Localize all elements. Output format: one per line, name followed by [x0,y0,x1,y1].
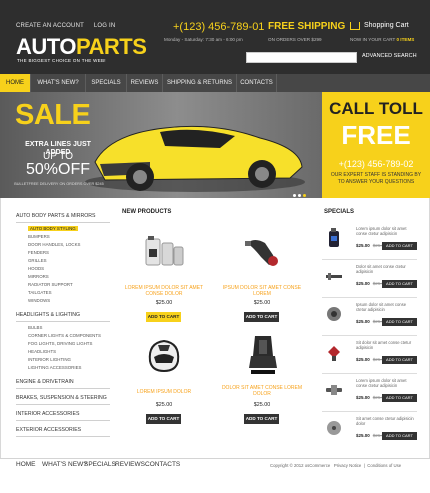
subcategory-item[interactable]: RADIATOR SUPPORT [28,282,73,287]
category-headlights[interactable]: HEADLIGHTS & LIGHTING [16,312,110,322]
footer-link-specials[interactable]: SPECIALS [84,461,116,468]
product-image[interactable] [144,337,184,375]
slider-dot [293,194,296,197]
product-name[interactable]: DOLOR SIT AMET CONSE LOREM DOLOR [214,385,310,397]
add-to-cart-button[interactable]: ADD TO CART [382,394,417,402]
free-shipping-subtitle: ON ORDERS OVER $299 [268,37,322,42]
subcategory-item[interactable]: AUTO BODY STYLING [28,226,78,231]
subcategory-item[interactable]: GRILLES [28,258,47,263]
subcategory-item[interactable]: MIRRORS [28,274,49,279]
special-product-image [329,228,339,247]
nav-home[interactable]: HOME [0,74,31,92]
footer-link-contacts[interactable]: CONTACTS [145,461,180,468]
product-image[interactable] [243,334,283,376]
shopping-cart-link[interactable]: Shopping Cart [364,22,409,29]
add-to-cart-button[interactable]: ADD TO CART [146,312,181,322]
main-nav: HOME WHAT'S NEW? SPECIALS REVIEWS SHIPPI… [0,74,430,92]
category-engine[interactable]: ENGINE & DRIVETRAIN [16,379,110,389]
product-name[interactable]: LOREM IPSUM DOLOR SIT AMET CONSE DOLOR [116,285,212,297]
privacy-link[interactable]: Privacy Notice [334,463,361,468]
product-price: $25.00 [253,300,271,306]
category-brakes[interactable]: BRAKES, SUSPENSION & STEERING [16,395,110,405]
phone-number: +(123) 456-789-01 [173,21,265,33]
add-to-cart-button[interactable]: ADD TO CART [382,318,417,326]
category-interior[interactable]: INTERIOR ACCESSORIES [16,411,110,421]
nav-shipping-returns[interactable]: SHIPPING & RETURNS [163,74,237,92]
special-item[interactable]: Lorem ipsum dolor sit amet conse ctetur … [322,374,417,412]
nav-whats-new[interactable]: WHAT'S NEW? [31,74,86,92]
search-input[interactable] [246,52,357,63]
special-item[interactable]: Sit amet conse ctetur adipisicin dolor $… [322,412,417,450]
subcategory-item[interactable]: BUMPERS [28,234,50,239]
special-product-image [326,385,342,395]
copyright: Copyright © 2012 osCommerce Privacy Noti… [270,463,402,468]
banner-sale-title: SALE [15,99,91,131]
special-item[interactable]: Sit dolor sit amet conse ctetur adipisic… [322,336,417,374]
terms-link[interactable]: Conditions of Use [367,463,401,468]
subcategory-item[interactable]: DOOR HANDLES, LOCKS [28,242,80,247]
add-to-cart-button[interactable]: ADD TO CART [382,280,417,288]
special-product-image [328,346,340,361]
specials-heading: SPECIALS [324,209,355,215]
footer-link-home[interactable]: HOME [16,461,36,468]
product-name[interactable]: LOREM IPSUM DOLOR [116,389,212,395]
subcategory-item[interactable]: BULBS [28,325,42,330]
slider-dots[interactable] [293,184,308,202]
subcategory-item[interactable]: FENDERS [28,250,49,255]
subcategory-item[interactable]: HOODS [28,266,44,271]
call-subtitle: OUR EXPERT STAFF IS STANDING BY TO ANSWER… [330,172,422,185]
business-hours: Monday - Saturday: 7:30 am - 6:00 pm [164,37,243,42]
product-price: $25.00 [253,402,271,408]
new-products-heading: NEW PRODUCTS [122,209,172,215]
subcategory-item[interactable]: WINDOWS [28,298,50,303]
slider-dot-active [303,194,306,197]
product-name[interactable]: IPSUM DOLOR SIT AMET CONSE LOREM [214,285,310,297]
banner-discount: 50%OFF [25,161,90,178]
add-to-cart-button[interactable]: ADD TO CART [244,312,279,322]
special-product-image [326,273,342,280]
nav-specials[interactable]: SPECIALS [86,74,127,92]
special-item[interactable]: Lorem ipsum dolor sit amet conse ctetur … [322,222,417,260]
cart-icon[interactable] [350,22,360,30]
nav-reviews[interactable]: REVIEWS [127,74,163,92]
logo[interactable]: AUTOPARTS [16,36,147,58]
special-product-image [327,421,341,435]
login-link[interactable]: LOG IN [94,23,116,29]
add-to-cart-button[interactable]: ADD TO CART [382,356,417,364]
subcategory-item[interactable]: HEADLIGHTS [28,349,56,354]
free-shipping-title: FREE SHIPPING [268,21,346,32]
product-price: $25.00 [155,402,173,408]
product-image[interactable] [243,233,283,269]
subcategory-item[interactable]: TAILGATES [28,290,52,295]
special-item[interactable]: Ipsum dolor sit amet conse ctetur adipis… [322,298,417,336]
call-number: +(123) 456-789-02 [338,159,414,169]
footer-link-whats-new[interactable]: WHAT'S NEW? [42,461,87,468]
add-to-cart-button[interactable]: ADD TO CART [382,432,417,440]
subcategory-item[interactable]: FOG LIGHTS, DRIVING LIGHTS [28,341,92,346]
product-image[interactable] [144,233,184,269]
add-to-cart-button[interactable]: ADD TO CART [146,414,181,424]
special-product-image [327,307,341,321]
special-item[interactable]: Dolor sit amet conse ctetur adipisicin $… [322,260,417,298]
subcategory-item[interactable]: CORNER LIGHTS & COMPONENTS [28,333,101,338]
subcategory-item[interactable]: LIGHTING ACCESSORIES [28,365,81,370]
add-to-cart-button[interactable]: ADD TO CART [382,242,417,250]
category-exterior[interactable]: EXTERIOR ACCESSORIES [16,427,110,437]
top-links: CREATE AN ACCOUNT LOG IN [16,23,123,29]
create-account-link[interactable]: CREATE AN ACCOUNT [16,23,84,29]
footer-link-reviews[interactable]: REVIEWS [115,461,145,468]
call-toll-title: CALL TOLL [329,99,423,118]
slider-dot [298,194,301,197]
product-price: $25.00 [155,300,173,306]
subcategory-item[interactable]: INTERIOR LIGHTING [28,357,71,362]
nav-contacts[interactable]: CONTACTS [237,74,277,92]
add-to-cart-button[interactable]: ADD TO CART [244,414,279,424]
advanced-search-button[interactable]: ADVANCED SEARCH [362,53,417,59]
call-free-title: FREE [341,120,411,150]
cart-status: NOW IN YOUR CART 0 ITEMS [350,37,415,42]
tagline: THE BIGGEST CHOICE ON THE WEB! [17,58,106,63]
category-auto-body[interactable]: AUTO BODY PARTS & MIRRORS [16,213,110,223]
banner-delivery-note: BULLETFREE DELIVERY ON ORDERS OVER $245 [14,182,104,186]
